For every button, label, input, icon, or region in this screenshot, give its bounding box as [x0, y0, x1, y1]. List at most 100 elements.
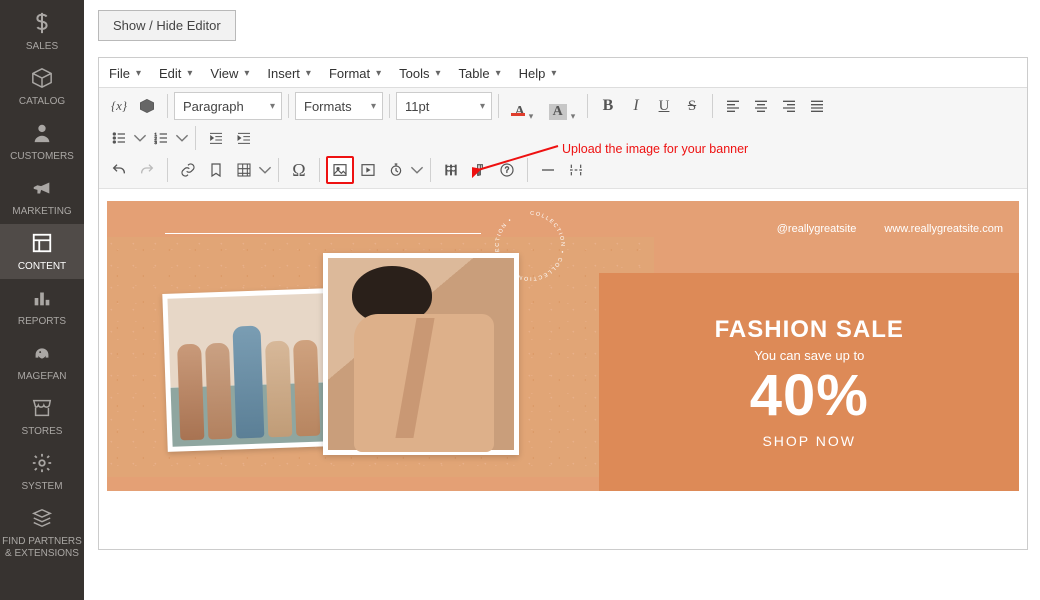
strikethrough-button[interactable]: S	[678, 92, 706, 120]
sidebar-item-magefan[interactable]: MAGEFAN	[0, 334, 84, 389]
table-button[interactable]	[230, 156, 258, 184]
find-replace-button[interactable]	[437, 156, 465, 184]
sidebar-item-label: SYSTEM	[2, 481, 82, 493]
insert-image-button[interactable]	[326, 156, 354, 184]
toolbar-separator	[278, 158, 279, 182]
banner-image[interactable]: COLLECTION • COLLECTION • COLLECTION • @…	[107, 201, 1019, 491]
banner-photo-model	[323, 253, 519, 455]
toolbar-separator	[587, 94, 588, 118]
block-format-select[interactable]: Paragraph	[174, 92, 282, 120]
bullet-list-button[interactable]	[105, 124, 133, 152]
menu-table[interactable]: Table	[459, 66, 501, 81]
align-justify-button[interactable]	[803, 92, 831, 120]
font-size-select[interactable]: 11pt	[396, 92, 492, 120]
insert-datetime-button[interactable]	[382, 156, 410, 184]
datetime-menu[interactable]	[410, 156, 424, 184]
toolbar-separator	[498, 94, 499, 118]
insert-media-button[interactable]	[354, 156, 382, 184]
toolbar-separator	[167, 94, 168, 118]
numbered-list-menu[interactable]	[175, 124, 189, 152]
sidebar-item-sales[interactable]: SALES	[0, 4, 84, 59]
gear-icon	[2, 452, 82, 478]
sidebar-item-customers[interactable]: CUSTOMERS	[0, 114, 84, 169]
main-content: Show / Hide Editor File Edit View Insert…	[84, 0, 1040, 600]
toolbar-separator	[430, 158, 431, 182]
banner-percent: 40%	[750, 367, 869, 425]
redo-button[interactable]	[133, 156, 161, 184]
align-center-button[interactable]	[747, 92, 775, 120]
numbered-list-button[interactable]: 123	[147, 124, 175, 152]
sidebar-item-label: CONTENT	[2, 261, 82, 273]
table-menu[interactable]	[258, 156, 272, 184]
banner-top-links: @reallygreatsite www.reallygreatsite.com	[777, 223, 1003, 235]
align-right-button[interactable]	[775, 92, 803, 120]
bold-button[interactable]: B	[594, 92, 622, 120]
underline-button[interactable]: U	[650, 92, 678, 120]
editor-menubar: File Edit View Insert Format Tools Table…	[99, 58, 1027, 88]
style-format-select[interactable]: Formats	[295, 92, 383, 120]
sidebar-item-label: CATALOG	[2, 96, 82, 108]
banner-divider-line	[165, 233, 481, 234]
toolbar-separator	[527, 158, 528, 182]
banner-text-panel: FASHION SALE You can save up to 40% SHOP…	[599, 273, 1019, 491]
admin-sidebar: SALES CATALOG CUSTOMERS MARKETING CONTEN…	[0, 0, 84, 600]
toolbar-separator	[712, 94, 713, 118]
help-button[interactable]: ?	[493, 156, 521, 184]
horizontal-rule-button[interactable]	[534, 156, 562, 184]
special-character-button[interactable]: Ω	[285, 156, 313, 184]
layout-icon	[2, 232, 82, 258]
menu-format[interactable]: Format	[329, 66, 381, 81]
insert-widget-button[interactable]	[133, 92, 161, 120]
menu-view[interactable]: View	[210, 66, 249, 81]
menu-file[interactable]: File	[109, 66, 141, 81]
megaphone-icon	[2, 177, 82, 203]
sidebar-item-label: REPORTS	[2, 316, 82, 328]
partners-icon	[2, 507, 82, 533]
sidebar-item-system[interactable]: SYSTEM	[0, 444, 84, 499]
sidebar-item-catalog[interactable]: CATALOG	[0, 59, 84, 114]
menu-insert[interactable]: Insert	[267, 66, 311, 81]
toolbar-separator	[288, 94, 289, 118]
toolbar-separator	[319, 158, 320, 182]
wysiwyg-editor: File Edit View Insert Format Tools Table…	[98, 57, 1028, 550]
toolbar-separator	[389, 94, 390, 118]
menu-edit[interactable]: Edit	[159, 66, 192, 81]
insert-variable-button[interactable]: {x}	[105, 92, 133, 120]
page-break-button[interactable]	[562, 156, 590, 184]
sidebar-item-content[interactable]: CONTENT	[0, 224, 84, 279]
outdent-button[interactable]	[202, 124, 230, 152]
sidebar-item-label: MAGEFAN	[2, 371, 82, 383]
menu-tools[interactable]: Tools	[399, 66, 440, 81]
sidebar-item-label: STORES	[2, 426, 82, 438]
show-invisibles-button[interactable]	[465, 156, 493, 184]
menu-help[interactable]: Help	[519, 66, 557, 81]
svg-text:?: ?	[505, 166, 510, 175]
person-icon	[2, 122, 82, 148]
bookmark-button[interactable]	[202, 156, 230, 184]
background-color-button[interactable]: A	[543, 92, 581, 120]
bar-chart-icon	[2, 287, 82, 313]
sidebar-item-label: CUSTOMERS	[2, 151, 82, 163]
align-left-button[interactable]	[719, 92, 747, 120]
banner-title: FASHION SALE	[715, 316, 904, 344]
italic-button[interactable]: I	[622, 92, 650, 120]
editor-canvas[interactable]: COLLECTION • COLLECTION • COLLECTION • @…	[99, 189, 1027, 549]
dollar-icon	[2, 12, 82, 38]
text-color-button[interactable]: A	[505, 92, 543, 120]
bullet-list-menu[interactable]	[133, 124, 147, 152]
sidebar-item-label: FIND PARTNERS & EXTENSIONS	[2, 536, 82, 560]
undo-button[interactable]	[105, 156, 133, 184]
box-icon	[2, 67, 82, 93]
sidebar-item-reports[interactable]: REPORTS	[0, 279, 84, 334]
indent-button[interactable]	[230, 124, 258, 152]
link-button[interactable]	[174, 156, 202, 184]
sidebar-item-label: SALES	[2, 41, 82, 53]
toggle-editor-button[interactable]: Show / Hide Editor	[98, 10, 236, 41]
sidebar-item-stores[interactable]: STORES	[0, 389, 84, 444]
sidebar-item-find-partners[interactable]: FIND PARTNERS & EXTENSIONS	[0, 499, 84, 566]
svg-text:3: 3	[154, 140, 157, 145]
banner-subtitle: You can save up to	[754, 348, 864, 363]
sidebar-item-marketing[interactable]: MARKETING	[0, 169, 84, 224]
storefront-icon	[2, 397, 82, 423]
banner-website: www.reallygreatsite.com	[884, 223, 1003, 235]
